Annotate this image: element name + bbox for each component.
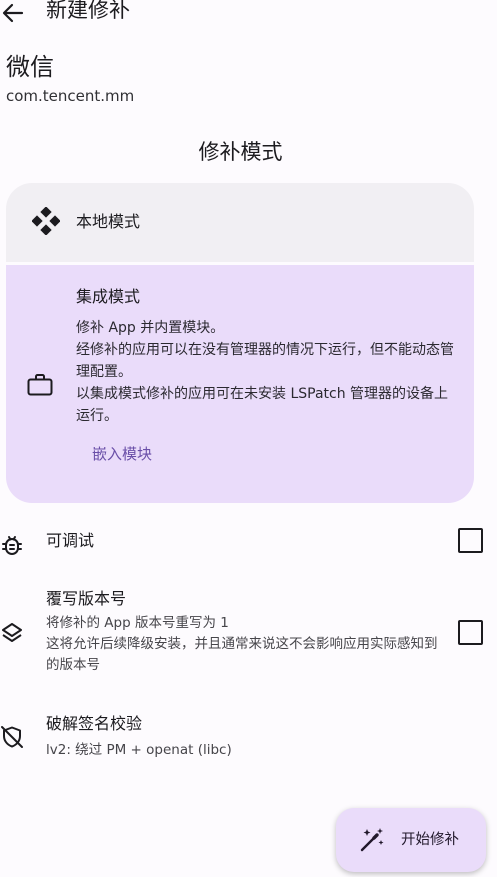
integrated-mode-option[interactable]: 集成模式 修补 App 并内置模块。 经修补的应用可以在没有管理器的情况下运行，… — [6, 265, 474, 503]
debuggable-row[interactable]: 可调试 — [0, 520, 497, 564]
app-package-name: com.tencent.mm — [6, 87, 135, 105]
debuggable-label: 可调试 — [46, 531, 95, 550]
override-version-description: 将修补的 App 版本号重写为 1 这将允许后续降级安装，并且通常来说这不会影响… — [46, 615, 438, 673]
shield-off-icon — [0, 725, 24, 749]
magic-wand-icon — [358, 826, 386, 854]
integrated-mode-label: 集成模式 — [76, 287, 141, 306]
bug-icon — [0, 533, 24, 557]
local-mode-icon — [31, 206, 61, 236]
override-version-row[interactable]: 覆写版本号 将修补的 App 版本号重写为 1 这将允许后续降级安装，并且通常来… — [0, 585, 497, 681]
debuggable-checkbox[interactable] — [458, 528, 483, 553]
app-name: 微信 — [6, 53, 54, 81]
override-version-checkbox[interactable] — [458, 620, 483, 645]
local-mode-option[interactable]: 本地模式 — [6, 183, 474, 262]
start-patch-label: 开始修补 — [401, 832, 459, 848]
integrated-mode-description: 修补 App 并内置模块。 经修补的应用可以在没有管理器的情况下运行，但不能动态… — [76, 320, 454, 424]
embed-modules-button[interactable]: 嵌入模块 — [76, 438, 168, 470]
briefcase-icon — [26, 371, 54, 399]
signature-bypass-level: lv2: 绕过 PM + openat (libc) — [46, 742, 232, 758]
patch-mode-title: 修补模式 — [198, 140, 283, 164]
local-mode-label: 本地模式 — [76, 212, 141, 231]
signature-bypass-row[interactable]: 破解签名校验 lv2: 绕过 PM + openat (libc) — [0, 710, 497, 766]
layers-icon — [0, 621, 24, 645]
arrow-back-icon[interactable] — [0, 0, 26, 26]
override-version-label: 覆写版本号 — [46, 589, 127, 608]
page-title: 新建修补 — [46, 0, 130, 22]
top-app-bar: 新建修补 — [0, 0, 497, 30]
signature-bypass-label: 破解签名校验 — [46, 714, 143, 733]
start-patch-button[interactable]: 开始修补 — [336, 808, 486, 872]
